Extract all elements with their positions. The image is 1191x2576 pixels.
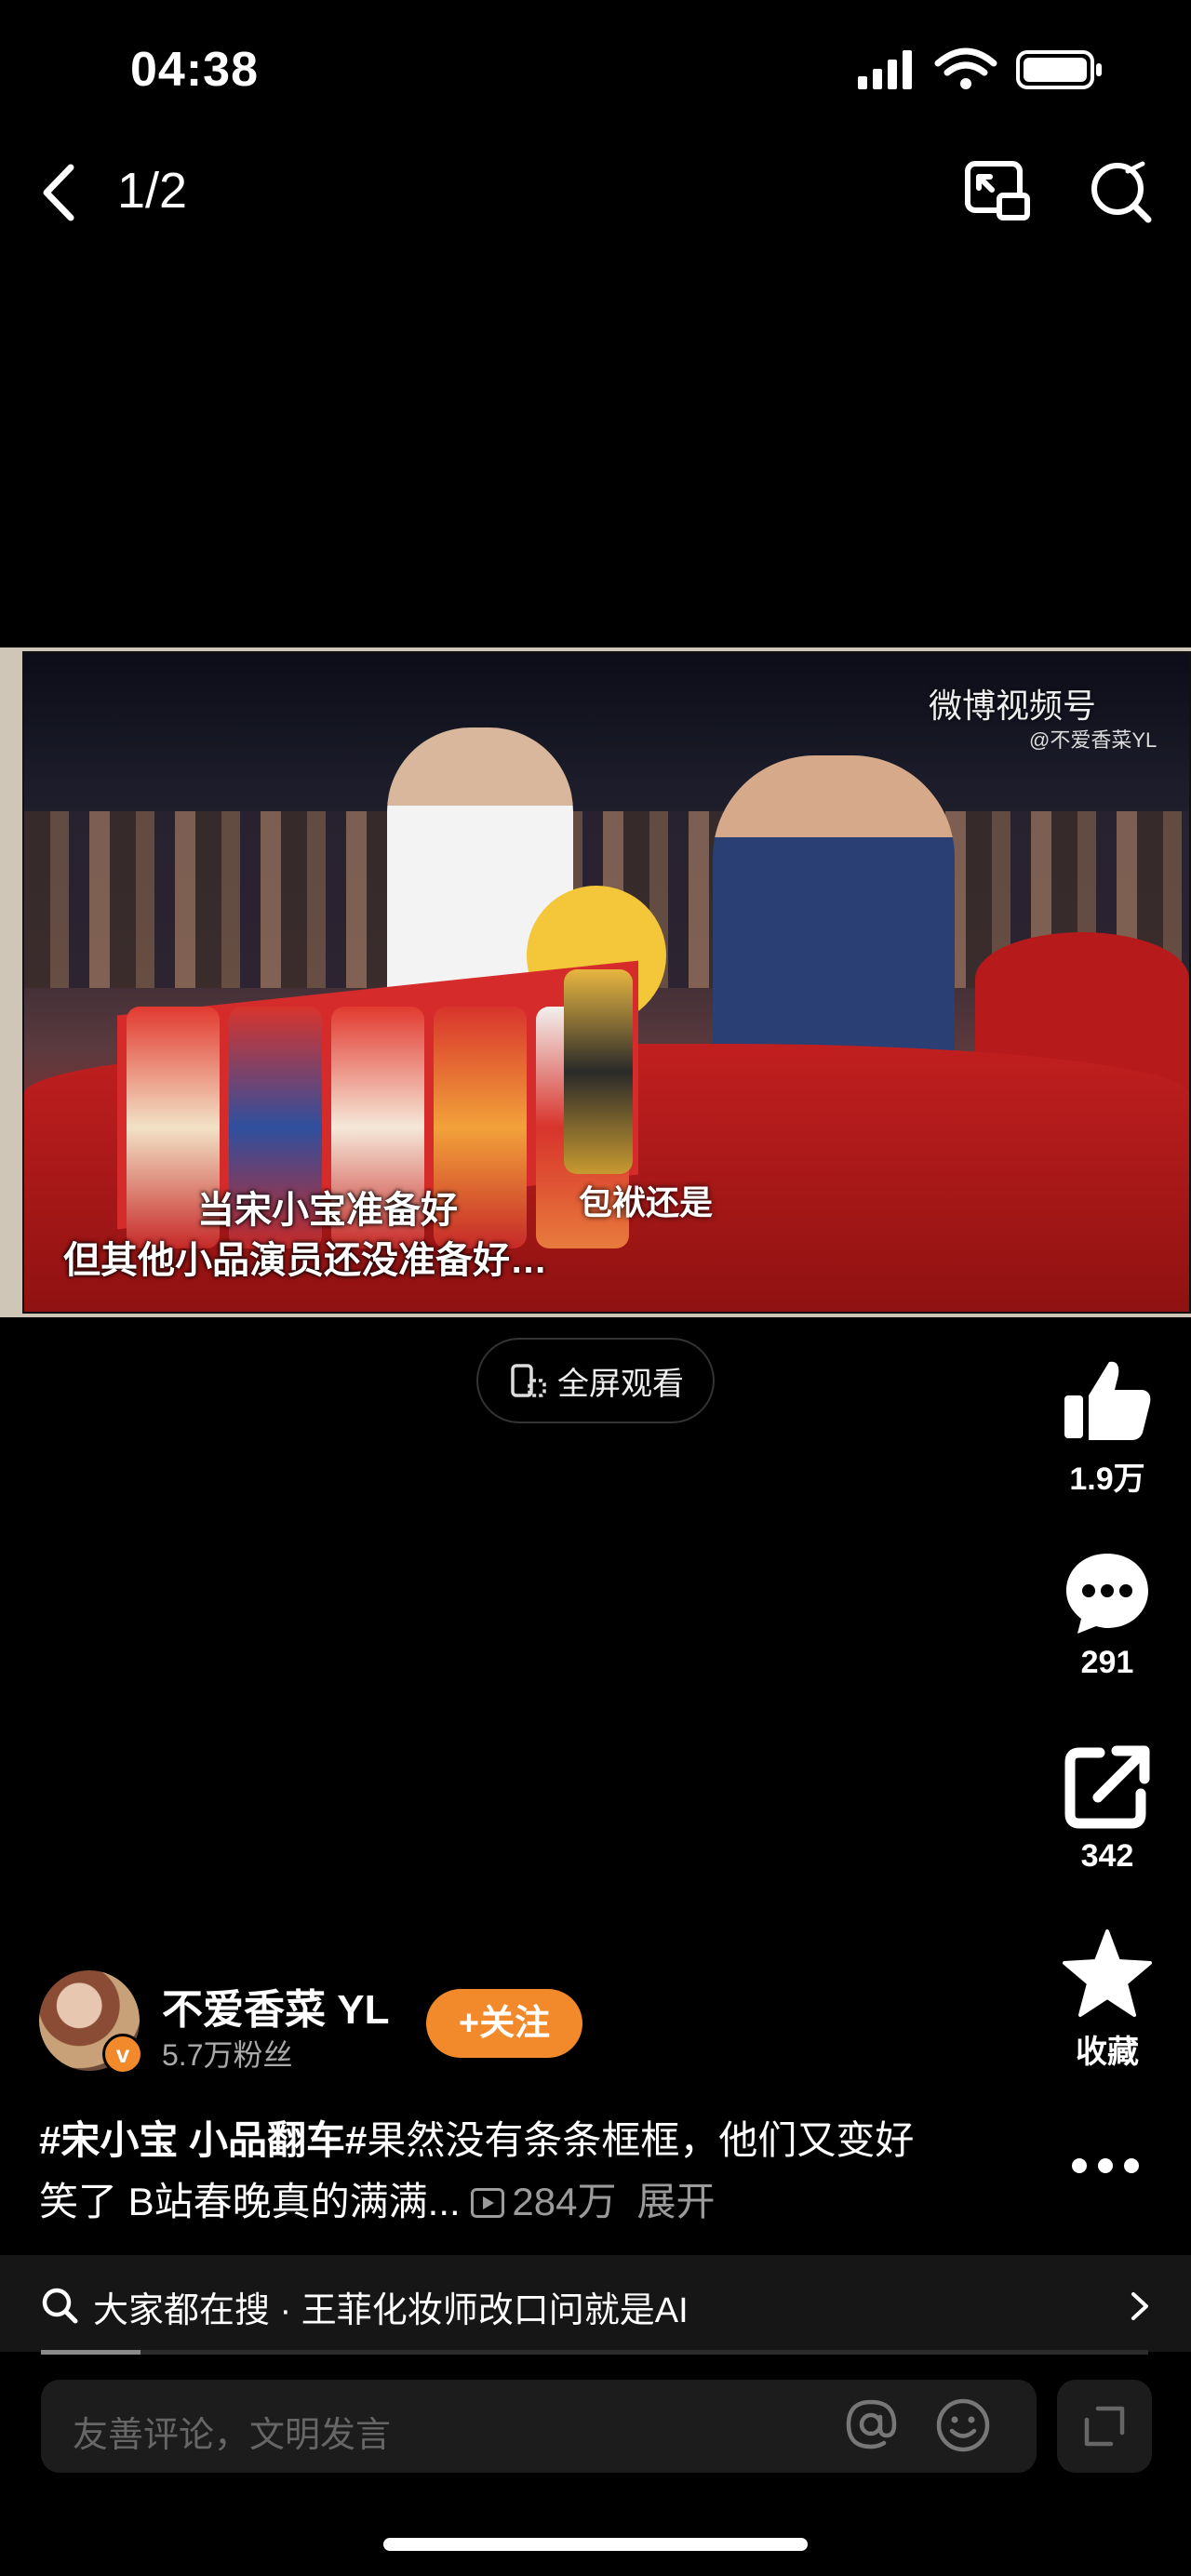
page-indicator: 1/2	[117, 163, 188, 219]
video-player[interactable]: 微博视频号 @不爱香菜YL 包袱还是 当宋小宝准备好 但其他小品演员还没准备好…	[0, 647, 1191, 1317]
hashtag-link[interactable]: #宋小宝 小品翻车#	[39, 2118, 367, 2162]
follower-count: 5.7万粉丝	[162, 2038, 293, 2072]
share-icon	[1064, 1745, 1150, 1829]
home-indicator[interactable]	[383, 2538, 808, 2551]
expand-link[interactable]: 展开	[636, 2180, 715, 2223]
share-count: 342	[1080, 1838, 1134, 1874]
share-button[interactable]: 342	[1051, 1740, 1163, 1875]
chevron-right-icon[interactable]	[1128, 2290, 1152, 2322]
fullscreen-button[interactable]: 全屏观看	[476, 1338, 715, 1423]
video-caption-line1: 当宋小宝准备好	[197, 1190, 458, 1231]
follow-button[interactable]: +关注	[426, 1989, 582, 2058]
status-time: 04:38	[130, 43, 259, 97]
back-icon[interactable]	[35, 160, 82, 225]
play-count-icon	[471, 2188, 505, 2218]
rotate-phone-icon	[511, 1364, 546, 1397]
video-frame: 微博视频号 @不爱香菜YL 包袱还是 当宋小宝准备好 但其他小品演员还没准备好…	[22, 651, 1191, 1314]
picture-in-picture-icon[interactable]	[964, 160, 1031, 221]
comment-count: 291	[1080, 1645, 1134, 1680]
video-watermark-user: @不爱香菜YL	[1029, 728, 1158, 752]
comment-button[interactable]: 291	[1051, 1546, 1163, 1681]
video-caption-line2: 但其他小品演员还没准备好…	[63, 1240, 547, 1281]
verified-badge: v	[102, 2034, 143, 2075]
emoji-icon[interactable]	[934, 2396, 992, 2454]
fullscreen-label: 全屏观看	[557, 1366, 684, 1402]
thumbs-up-icon	[1064, 1361, 1151, 1440]
signal-icon	[858, 50, 912, 89]
expand-comment-button[interactable]	[1057, 2380, 1152, 2473]
expand-icon	[1084, 2406, 1125, 2447]
comment-placeholder: 友善评论，文明发言	[73, 2416, 392, 2455]
status-icons	[858, 47, 1102, 89]
comment-bubble-icon	[1066, 1554, 1148, 1634]
mention-icon[interactable]	[843, 2396, 899, 2452]
video-progress-bar[interactable]	[41, 2350, 1148, 2355]
favorite-label: 收藏	[1076, 2035, 1139, 2070]
wifi-icon	[934, 47, 997, 76]
more-icon[interactable]	[1068, 2147, 1143, 2184]
video-caption-side: 包袱还是	[579, 1183, 714, 1221]
search-icon[interactable]	[1089, 158, 1154, 223]
video-progress-fill	[41, 2350, 141, 2355]
like-button[interactable]: 1.9万	[1051, 1355, 1163, 1499]
view-count: 284万	[512, 2180, 617, 2223]
search-icon	[42, 2288, 78, 2324]
battery-icon	[1016, 50, 1102, 89]
author-name[interactable]: 不爱香菜 YL	[162, 1976, 389, 2035]
like-count: 1.9万	[1069, 1462, 1145, 1497]
post-description[interactable]: #宋小宝 小品翻车#果然没有条条框框，他们又变好笑了 B站春晚真的满满... 2…	[39, 2110, 951, 2233]
favorite-button[interactable]: 收藏	[1051, 1928, 1163, 2072]
video-watermark: 微博视频号	[929, 687, 1097, 725]
hot-search-text[interactable]: 大家都在搜 · 王菲化妆师改口问就是AI	[93, 2281, 689, 2332]
star-icon	[1063, 1929, 1152, 2017]
